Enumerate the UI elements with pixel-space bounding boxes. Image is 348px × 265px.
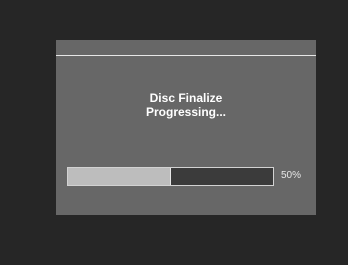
progress-bar bbox=[67, 167, 274, 186]
finalize-dialog: Disc Finalize Progressing... 50% bbox=[56, 40, 316, 215]
status-message-line-2: Progressing... bbox=[145, 105, 227, 119]
progress-percent-label: 50% bbox=[281, 170, 302, 181]
status-message-line-1: Disc Finalize bbox=[149, 91, 223, 105]
status-message: Disc Finalize Progressing... bbox=[56, 91, 316, 119]
progress-bar-fill bbox=[68, 168, 171, 185]
dialog-divider bbox=[56, 55, 316, 56]
